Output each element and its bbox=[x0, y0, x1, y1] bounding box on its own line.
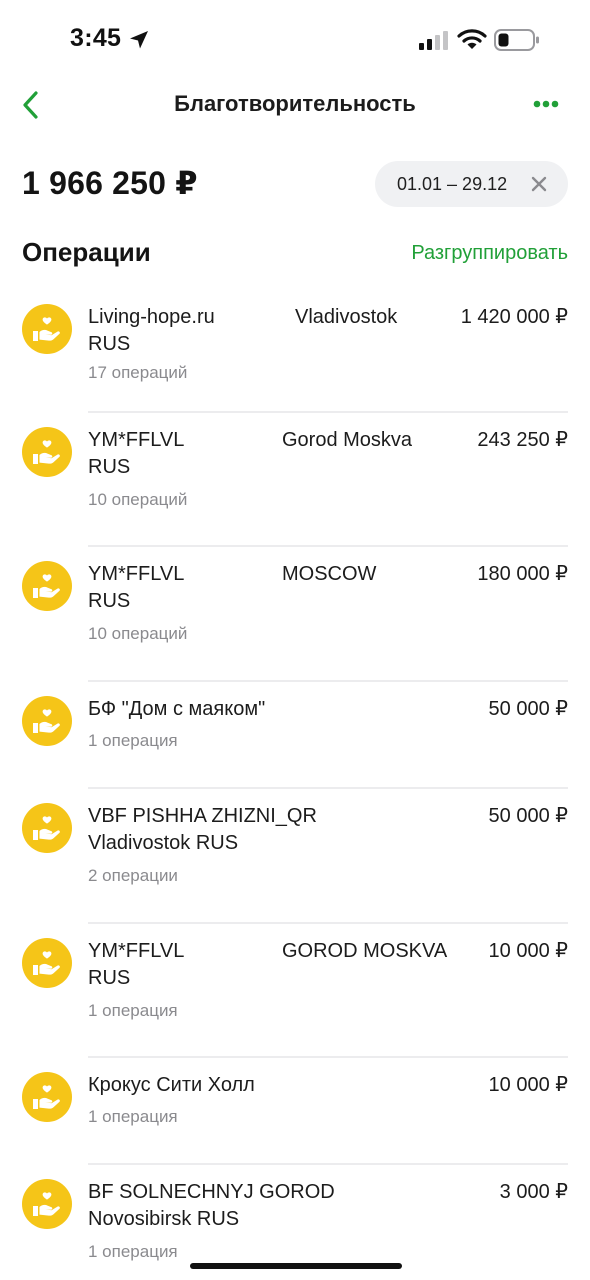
status-time: 3:45 bbox=[70, 24, 122, 52]
cellular-signal-icon bbox=[419, 31, 448, 50]
operation-amount: 1 420 000 ₽ bbox=[460, 306, 568, 328]
operation-count: 1 операция bbox=[88, 731, 178, 750]
operation-amount: 10 000 ₽ bbox=[488, 1074, 568, 1096]
charity-hand-heart-icon bbox=[22, 803, 72, 853]
charity-hand-heart-icon bbox=[22, 938, 72, 988]
operations-list: Living-hope.ru RUS Vladivostok 1 420 000 ₽… bbox=[0, 290, 590, 1272]
operation-merchant-name: Living-hope.ru RUS bbox=[88, 306, 215, 355]
operation-list-item[interactable]: YM*FFLVL RUS MOSCOW 180 000 ₽ 10 операций bbox=[0, 547, 590, 682]
operation-amount: 50 000 ₽ bbox=[488, 805, 568, 827]
operation-amount: 10 000 ₽ bbox=[488, 940, 568, 962]
operation-list-item[interactable]: Living-hope.ru RUS Vladivostok 1 420 000 ₽… bbox=[0, 290, 590, 413]
charity-hand-heart-icon bbox=[22, 304, 72, 354]
operation-amount: 180 000 ₽ bbox=[477, 563, 568, 585]
operation-amount: 3 000 ₽ bbox=[499, 1181, 568, 1203]
page-title: Благотворительность bbox=[174, 91, 416, 116]
operation-merchant-name: VBF PISHHA ZHIZNI_QR Vladivostok RUS bbox=[88, 805, 317, 854]
operation-merchant-name: Крокус Сити Холл bbox=[88, 1074, 255, 1096]
operation-city: GOROD MOSKVA bbox=[282, 940, 448, 962]
period-filter-chip[interactable]: 01.01 – 29.12 bbox=[375, 161, 568, 207]
charity-hand-heart-icon bbox=[22, 696, 72, 746]
operation-merchant-name: YM*FFLVL RUS bbox=[88, 940, 185, 989]
operation-count: 10 операций bbox=[88, 490, 188, 509]
charity-hand-heart-icon bbox=[22, 1072, 72, 1122]
operation-count: 2 операции bbox=[88, 866, 178, 885]
period-range: 01.01 – 29.12 bbox=[397, 174, 508, 194]
operation-count: 1 операция bbox=[88, 1107, 178, 1126]
operation-list-item[interactable]: VBF PISHHA ZHIZNI_QR Vladivostok RUS 50 0… bbox=[0, 789, 590, 924]
charity-hand-heart-icon bbox=[22, 561, 72, 611]
operation-merchant-name: YM*FFLVL RUS bbox=[88, 563, 185, 612]
operation-list-item[interactable]: БФ "Дом с маяком" 50 000 ₽ 1 операция bbox=[0, 682, 590, 789]
operation-amount: 243 250 ₽ bbox=[477, 429, 568, 451]
operation-list-item[interactable]: YM*FFLVL RUS GOROD MOSKVA 10 000 ₽ 1 операц… bbox=[0, 924, 590, 1058]
location-arrow-icon bbox=[130, 31, 148, 49]
total-amount: 1 966 250 ₽ bbox=[22, 165, 198, 201]
operation-count: 1 операция bbox=[88, 1001, 178, 1020]
operation-city: MOSCOW bbox=[282, 563, 377, 585]
more-dots-icon bbox=[533, 100, 559, 108]
operation-count: 17 операций bbox=[88, 363, 188, 382]
battery-icon bbox=[494, 29, 539, 51]
operation-list-item[interactable]: BF SOLNECHNYJ GOROD Novosibirsk RUS 3 000… bbox=[0, 1165, 590, 1272]
operation-city: Gorod Moskva bbox=[282, 429, 413, 451]
operation-count: 1 операция bbox=[88, 1242, 178, 1261]
more-options-button[interactable] bbox=[528, 92, 564, 116]
operation-merchant-name: БФ "Дом с маяком" bbox=[88, 698, 266, 720]
operation-list-item[interactable]: YM*FFLVL RUS Gorod Moskva 243 250 ₽ 10 опер… bbox=[0, 413, 590, 547]
charity-hand-heart-icon bbox=[22, 427, 72, 477]
ungroup-button[interactable]: Разгруппировать bbox=[411, 242, 568, 265]
operation-list-item[interactable]: Крокус Сити Холл 10 000 ₽ 1 операция bbox=[0, 1058, 590, 1165]
charity-hand-heart-icon bbox=[22, 1179, 72, 1229]
status-bar: 3:45 bbox=[0, 0, 590, 80]
wifi-icon bbox=[457, 29, 487, 49]
operation-merchant-name: YM*FFLVL RUS bbox=[88, 429, 185, 478]
operation-city: Vladivostok bbox=[295, 306, 398, 328]
home-indicator[interactable] bbox=[190, 1263, 402, 1269]
operation-count: 10 операций bbox=[88, 624, 188, 643]
operation-amount: 50 000 ₽ bbox=[488, 698, 568, 720]
operation-merchant-name: BF SOLNECHNYJ GOROD Novosibirsk RUS bbox=[88, 1181, 335, 1230]
section-title: Операции bbox=[22, 237, 151, 267]
close-icon[interactable] bbox=[528, 173, 550, 195]
